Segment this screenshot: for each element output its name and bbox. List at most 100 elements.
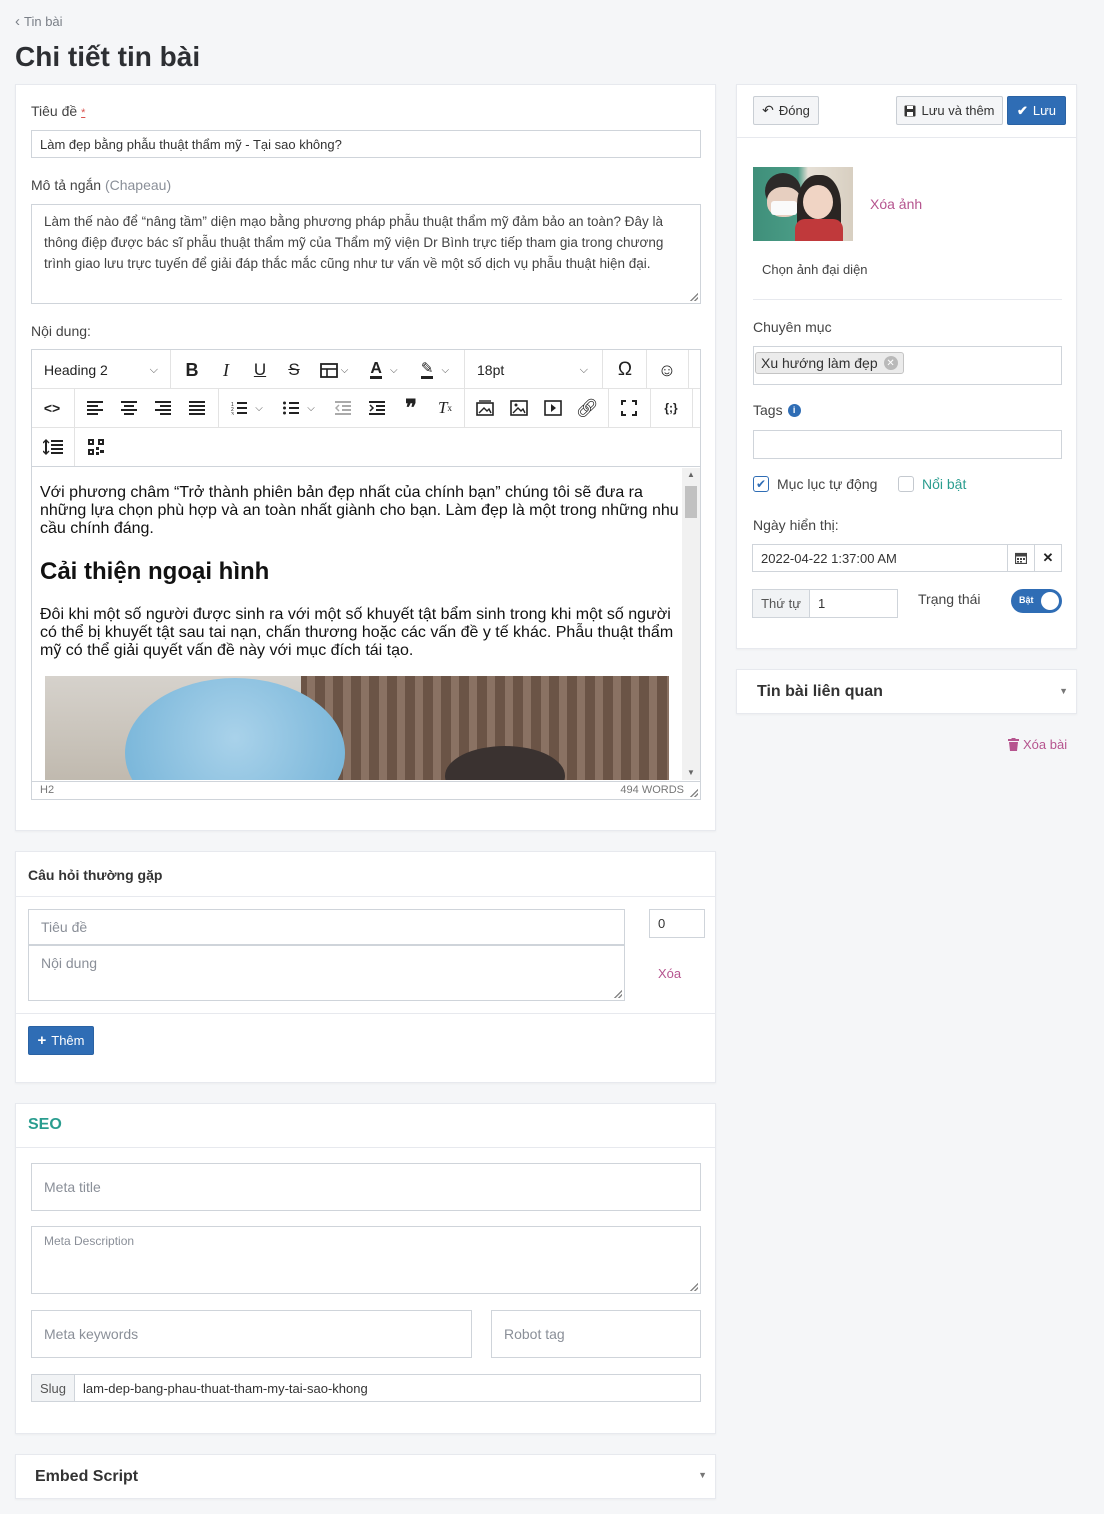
close-button[interactable]: ↶ Đóng <box>753 96 819 125</box>
faq-delete-link[interactable]: Xóa <box>658 966 681 981</box>
slug-label: Slug <box>31 1374 75 1402</box>
chevron-down-icon: ⌵ <box>149 363 158 376</box>
slug-input[interactable]: lam-dep-bang-phau-thuat-tham-my-tai-sao-… <box>75 1374 701 1402</box>
editor-scrollbar[interactable]: ▲ ▼ <box>682 468 700 780</box>
remove-tag-icon[interactable]: ✕ <box>883 356 898 370</box>
related-posts-panel[interactable]: Tin bài liên quan ▼ <box>736 669 1077 714</box>
save-and-add-button[interactable]: Lưu và thêm <box>896 96 1003 125</box>
editor-toolbar: Heading 2⌵ B I U S ⌵ A⌵ ✎⌵ 18pt⌵ Ω ☺ <box>32 350 700 467</box>
outdent-icon[interactable] <box>326 390 360 426</box>
image-gallery-icon[interactable] <box>468 390 502 426</box>
faq-order-input[interactable]: 0 <box>649 909 705 938</box>
summary-textarea[interactable]: Làm thế nào để “nâng tầm” diện mạo bằng … <box>31 204 701 304</box>
content-label: Nội dung: <box>31 323 91 339</box>
image-icon[interactable] <box>502 390 536 426</box>
table-icon[interactable]: ⌵ <box>312 352 356 388</box>
editor-heading: Cải thiện ngoại hình <box>40 558 270 585</box>
title-input[interactable]: Làm đẹp bằng phẫu thuật thẩm mỹ - Tại sa… <box>31 130 701 158</box>
robot-tag-input[interactable]: Robot tag <box>491 1310 701 1358</box>
tags-label: Tags i <box>753 402 801 418</box>
editor-content[interactable]: Với phương châm “Trở thành phiên bản đẹp… <box>32 468 682 780</box>
highlight-icon[interactable]: ✎ ⌵ <box>410 352 460 388</box>
undo-icon: ↶ <box>762 102 774 118</box>
meta-description-textarea[interactable]: Meta Description <box>31 1226 701 1294</box>
info-icon[interactable]: i <box>787 403 801 417</box>
resize-handle[interactable] <box>614 990 622 998</box>
editor-paragraph: Đôi khi một số người được sinh ra với mộ… <box>40 606 674 659</box>
fullscreen-icon[interactable] <box>612 390 646 426</box>
tags-input[interactable] <box>753 430 1062 459</box>
element-path[interactable]: H2 <box>40 784 54 796</box>
emoji-icon[interactable]: ☺ <box>648 352 686 388</box>
caret-down-icon[interactable]: ▼ <box>698 1470 707 1480</box>
display-date-label: Ngày hiển thị: <box>753 517 839 533</box>
resize-handle[interactable] <box>690 1283 698 1291</box>
font-color-icon[interactable]: A ⌵ <box>360 352 408 388</box>
faq-answer-textarea[interactable]: Nội dung <box>28 945 625 1001</box>
breadcrumb-link[interactable]: Tin bài <box>24 14 63 29</box>
strikethrough-icon[interactable]: S <box>277 352 311 388</box>
featured-checkbox[interactable]: Nổi bật <box>898 476 966 492</box>
slug-field: Slug lam-dep-bang-phau-thuat-tham-my-tai… <box>31 1374 701 1402</box>
auto-toc-checkbox[interactable]: ✔ Mục lục tự động <box>753 476 877 492</box>
related-posts-title: Tin bài liên quan <box>757 683 883 700</box>
numbered-list-icon[interactable]: 1 2 3 ⌵ <box>222 390 272 426</box>
clear-format-icon[interactable]: Tx <box>428 390 462 426</box>
block-format-select[interactable]: Heading 2 ⌵ <box>32 352 170 388</box>
delete-image-link[interactable]: Xóa ảnh <box>870 196 922 212</box>
indent-icon[interactable] <box>360 390 394 426</box>
plus-icon: + <box>37 1032 47 1049</box>
sidebar-panel: ↶ Đóng Lưu và thêm ✔ Lưu Xóa ảnh Chọn ảnh … <box>736 84 1077 649</box>
italic-icon[interactable]: I <box>209 352 243 388</box>
media-icon[interactable] <box>536 390 570 426</box>
meta-keywords-input[interactable]: Meta keywords <box>31 1310 472 1358</box>
faq-add-button[interactable]: + Thêm <box>28 1026 94 1055</box>
bold-icon[interactable]: B <box>175 352 209 388</box>
featured-image-thumbnail[interactable] <box>753 167 853 241</box>
qr-icon[interactable] <box>78 429 114 465</box>
choose-image-link[interactable]: Chọn ảnh đại diện <box>762 262 868 277</box>
breadcrumb[interactable]: ‹ Tin bài <box>15 14 63 29</box>
category-select[interactable]: Xu hướng làm đẹp ✕ <box>753 346 1062 385</box>
order-label: Thứ tự <box>752 589 810 618</box>
chevron-left-icon: ‹ <box>15 13 20 30</box>
page-title: Chi tiết tin bài <box>15 41 201 72</box>
link-icon[interactable]: 🔗︎ <box>570 390 604 426</box>
delete-post-link[interactable]: Xóa bài <box>1008 737 1067 752</box>
line-height-icon[interactable] <box>34 429 72 465</box>
save-button[interactable]: ✔ Lưu <box>1007 96 1066 125</box>
summary-label: Mô tả ngắn (Chapeau) <box>31 177 172 193</box>
status-toggle[interactable]: Bật <box>1011 589 1062 613</box>
word-count: 494 WORDS <box>620 784 684 796</box>
align-left-icon[interactable] <box>78 390 112 426</box>
seo-panel: SEO Meta title Meta Description Meta key… <box>15 1103 716 1434</box>
order-input[interactable]: 1 <box>810 589 898 618</box>
caret-down-icon[interactable]: ▼ <box>1059 686 1068 696</box>
status-label: Trạng thái <box>918 591 981 607</box>
embed-script-panel[interactable]: Embed Script ▼ <box>15 1454 716 1499</box>
display-date-input[interactable]: 2022-04-22 1:37:00 AM <box>752 544 1008 572</box>
title-label: Tiêu đề * <box>31 103 86 119</box>
faq-title: Câu hỏi thường gặp <box>28 867 163 883</box>
calendar-icon[interactable] <box>1007 544 1035 572</box>
clear-date-icon[interactable]: ✕ <box>1034 544 1062 572</box>
template-icon[interactable]: {;} <box>654 390 688 426</box>
special-char-icon[interactable]: Ω <box>606 352 644 388</box>
bullet-list-icon[interactable]: ⌵ <box>274 390 324 426</box>
faq-question-input[interactable]: Tiêu đề <box>28 909 625 945</box>
rich-text-editor: Heading 2⌵ B I U S ⌵ A⌵ ✎⌵ 18pt⌵ Ω ☺ <box>31 349 701 800</box>
align-justify-icon[interactable] <box>180 390 214 426</box>
resize-handle[interactable] <box>690 789 698 797</box>
save-icon <box>904 105 916 116</box>
editor-statusbar: H2 494 WORDS <box>32 781 700 799</box>
trash-icon <box>1008 738 1019 751</box>
underline-icon[interactable]: U <box>243 352 277 388</box>
resize-handle[interactable] <box>690 293 698 301</box>
align-center-icon[interactable] <box>112 390 146 426</box>
meta-title-input[interactable]: Meta title <box>31 1163 701 1211</box>
blockquote-icon[interactable]: ❞ <box>394 390 428 426</box>
svg-text:3: 3 <box>231 412 234 415</box>
code-icon[interactable]: <> <box>34 390 70 426</box>
align-right-icon[interactable] <box>146 390 180 426</box>
font-size-select[interactable]: 18pt ⌵ <box>465 352 600 388</box>
